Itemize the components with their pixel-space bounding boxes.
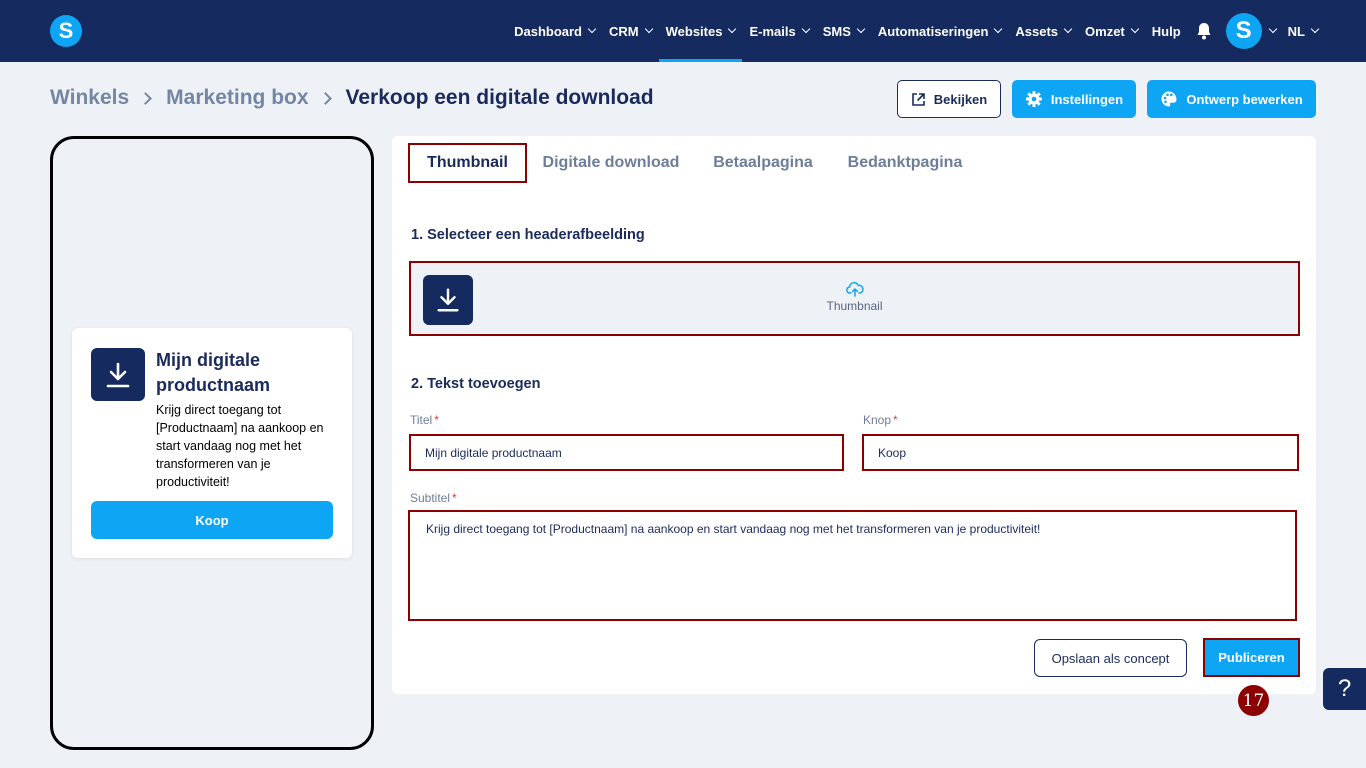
save-draft-button[interactable]: Opslaan als concept [1034,639,1187,677]
chevron-down-icon [644,24,653,34]
title-field-label: Titel * [410,413,439,427]
subtitle-field-label: Subtitel * [410,491,457,505]
nav-item-label: Omzet [1085,23,1125,39]
preview-card: Mijn digitale productnaam Krijg direct t… [72,328,352,558]
nav-item-label: Automatiseringen [877,23,989,39]
page-title: Verkoop een digitale download [345,86,654,109]
chevron-down-icon [1310,24,1320,34]
external-link-icon [911,92,925,106]
nav-item-label: Hulp [1151,23,1181,39]
nav-item-label: SMS [822,23,851,39]
upload-center: Thumbnail [411,281,1298,313]
top-navigation: S Dashboard CRM Websites E-mails SMS Aut… [0,0,1366,62]
tab-bedanktpagina[interactable]: Bedanktpagina [838,143,972,183]
nav-item-label: Assets [1015,23,1059,39]
tab-betaalpagina[interactable]: Betaalpagina [700,143,826,183]
preview-title: Mijn digitale productnaam [156,350,271,395]
language-selector[interactable]: NL [1287,0,1320,62]
chevron-down-icon [994,24,1003,34]
chevron-right-icon [318,91,332,105]
section-title-header-image: 1. Selecteer een headerafbeelding [411,227,645,243]
step-badge: 17 [1238,685,1269,716]
breadcrumb-item-marketing-box[interactable]: Marketing box [166,86,308,110]
chevron-right-icon [139,91,153,105]
nav-item-label: Dashboard [514,23,582,39]
nav-item-automatiseringen[interactable]: Automatiseringen [871,0,1009,62]
tab-digitale-download[interactable]: Digitale download [535,143,687,183]
nav-item-websites[interactable]: Websites [658,0,743,62]
nav-item-omzet[interactable]: Omzet [1078,0,1145,62]
nav-item-crm[interactable]: CRM [602,0,659,62]
settings-button[interactable]: Instellingen [1012,80,1136,118]
button-field-label: Knop * [863,413,898,427]
language-label: NL [1287,23,1305,39]
view-button[interactable]: Bekijken [897,80,1001,118]
nav-item-emails[interactable]: E-mails [742,0,815,62]
thumbnail-upload-area[interactable]: Thumbnail [409,261,1300,336]
chevron-down-icon[interactable] [1268,24,1277,34]
nav-item-hulp[interactable]: Hulp [1145,0,1188,62]
download-icon [91,348,145,401]
view-button-label: Bekijken [933,91,988,107]
avatar[interactable]: S [1225,13,1262,49]
publish-button[interactable]: Publiceren [1203,638,1300,677]
chevron-down-icon [801,24,810,34]
nav-item-label: CRM [609,23,639,39]
tab-thumbnail[interactable]: Thumbnail [408,143,527,183]
edit-design-button[interactable]: Ontwerp bewerken [1147,80,1316,118]
preview-subtitle: Krijg direct toegang tot [Productnaam] n… [156,403,324,489]
breadcrumb-item-winkels[interactable]: Winkels [50,86,129,110]
preview-buy-button[interactable]: Koop [91,501,333,539]
nav-item-dashboard[interactable]: Dashboard [507,0,602,62]
chevron-down-icon [856,24,866,34]
upload-label: Thumbnail [826,299,883,313]
nav-menu: Dashboard CRM Websites E-mails SMS Autom… [507,0,1320,62]
breadcrumb: Winkels Marketing box Verkoop een digita… [50,86,654,110]
subtitle-textarea[interactable]: Krijg direct toegang tot [Productnaam] n… [408,510,1297,621]
button-text-input[interactable]: Koop [862,434,1299,471]
nav-item-sms[interactable]: SMS [816,0,871,62]
section-title-add-text: 2. Tekst toevoegen [411,376,541,392]
chevron-down-icon [1063,24,1073,34]
chevron-down-icon [1130,24,1140,34]
nav-item-label: Websites [665,23,723,39]
settings-button-label: Instellingen [1050,91,1124,107]
bell-icon[interactable] [1192,0,1216,62]
help-button[interactable]: ? [1323,668,1366,710]
logo[interactable]: S [50,15,82,47]
edit-design-button-label: Ontwerp bewerken [1186,91,1303,107]
chevron-down-icon [587,24,597,34]
nav-item-label: E-mails [749,23,796,39]
gear-icon [1025,91,1042,107]
cloud-upload-icon [411,281,1298,299]
palette-icon [1161,91,1177,107]
title-input[interactable]: Mijn digitale productnaam [409,434,844,471]
nav-item-assets[interactable]: Assets [1008,0,1078,62]
chevron-down-icon [728,24,737,34]
